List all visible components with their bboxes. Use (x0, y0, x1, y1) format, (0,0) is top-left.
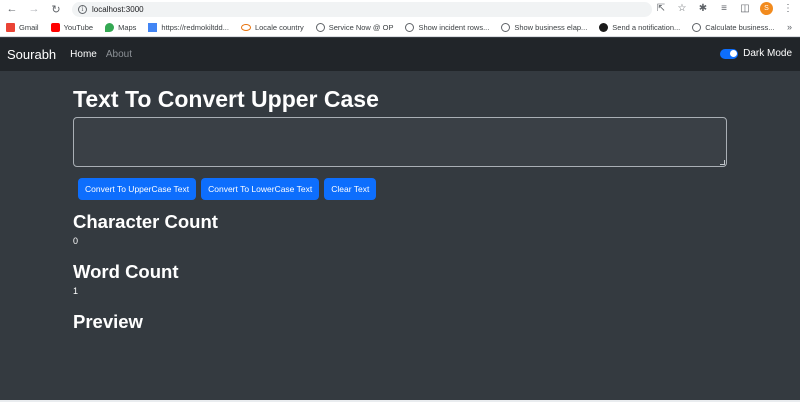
switch-knob (729, 50, 737, 57)
servicenow-icon (692, 22, 702, 32)
servicenow-icon (405, 22, 415, 32)
reload-icon[interactable]: ↻ (48, 1, 64, 17)
bookmarks-bar: Gmail YouTube Maps https://redmokiltdd..… (0, 18, 800, 37)
extensions-icon[interactable]: ✱ (697, 1, 709, 15)
gmail-icon (6, 22, 15, 32)
bookmarks-overflow-icon[interactable]: » (787, 22, 792, 32)
word-count-value: 1 (73, 286, 79, 296)
convert-uppercase-button[interactable]: Convert To UpperCase Text (78, 178, 197, 200)
page-title: Text To Convert Upper Case (73, 86, 379, 112)
servicenow-icon (315, 22, 325, 32)
share-icon[interactable]: ⇱ (655, 1, 667, 15)
character-count-heading: Character Count (73, 211, 218, 232)
url-text: localhost:3000 (92, 4, 144, 14)
bookmark-show-business[interactable]: Show business elap... (501, 22, 587, 32)
textarea-wrapper (73, 117, 727, 167)
maps-icon (105, 22, 115, 32)
globe-icon (599, 22, 609, 32)
address-bar[interactable]: i localhost:3000 (72, 1, 652, 17)
reading-list-icon[interactable]: ≡ (718, 1, 730, 15)
bookmark-calculate-business[interactable]: Calculate business... (692, 22, 774, 32)
side-panel-icon[interactable]: ◫ (739, 1, 751, 15)
dark-mode-toggle[interactable]: Dark Mode (720, 48, 792, 59)
word-count-heading: Word Count (73, 261, 179, 282)
youtube-icon (50, 22, 60, 32)
text-input[interactable] (73, 117, 727, 167)
windows-icon (148, 22, 158, 32)
nav-link-home[interactable]: Home (70, 49, 97, 60)
bookmark-service-now[interactable]: Service Now @ OP (315, 22, 393, 32)
servicenow-icon (501, 22, 511, 32)
character-count-value: 0 (73, 236, 79, 246)
site-info-icon[interactable]: i (78, 4, 87, 14)
menu-dots-icon[interactable]: ⋮ (782, 1, 794, 15)
bookmark-youtube[interactable]: YouTube (50, 22, 93, 32)
bookmark-maps[interactable]: Maps (105, 22, 136, 32)
bookmark-send-notification[interactable]: Send a notification... (599, 22, 680, 32)
nav-link-about[interactable]: About (106, 49, 132, 60)
browser-toolbar: ← → ↻ i localhost:3000 ⇱ ☆ ✱ ≡ ◫ S ⋮ (0, 0, 800, 18)
oval-icon (240, 23, 251, 31)
main-content: Text To Convert Upper Case Convert To Up… (73, 71, 727, 333)
navbar-brand[interactable]: Sourabh (7, 47, 56, 62)
profile-avatar[interactable]: S (760, 1, 773, 15)
clear-text-button[interactable]: Clear Text (324, 178, 377, 200)
preview-heading: Preview (73, 311, 143, 332)
action-buttons: Convert To UpperCase Text Convert To Low… (78, 178, 727, 200)
star-icon[interactable]: ☆ (676, 1, 688, 15)
bookmark-locale-country[interactable]: Locale country (240, 23, 304, 32)
convert-lowercase-button[interactable]: Convert To LowerCase Text (201, 178, 320, 200)
back-arrow-icon[interactable]: ← (4, 1, 20, 17)
forward-arrow-icon[interactable]: → (26, 1, 42, 17)
dark-mode-label: Dark Mode (743, 48, 792, 59)
resize-grip-icon[interactable] (720, 160, 725, 165)
bookmark-redmokiltdd[interactable]: https://redmokiltdd... (148, 22, 229, 32)
dark-mode-switch[interactable] (720, 48, 739, 59)
bookmark-show-incident[interactable]: Show incident rows... (405, 22, 489, 32)
bookmark-gmail[interactable]: Gmail (6, 22, 39, 32)
app-navbar: Sourabh Home About Dark Mode (0, 38, 800, 71)
